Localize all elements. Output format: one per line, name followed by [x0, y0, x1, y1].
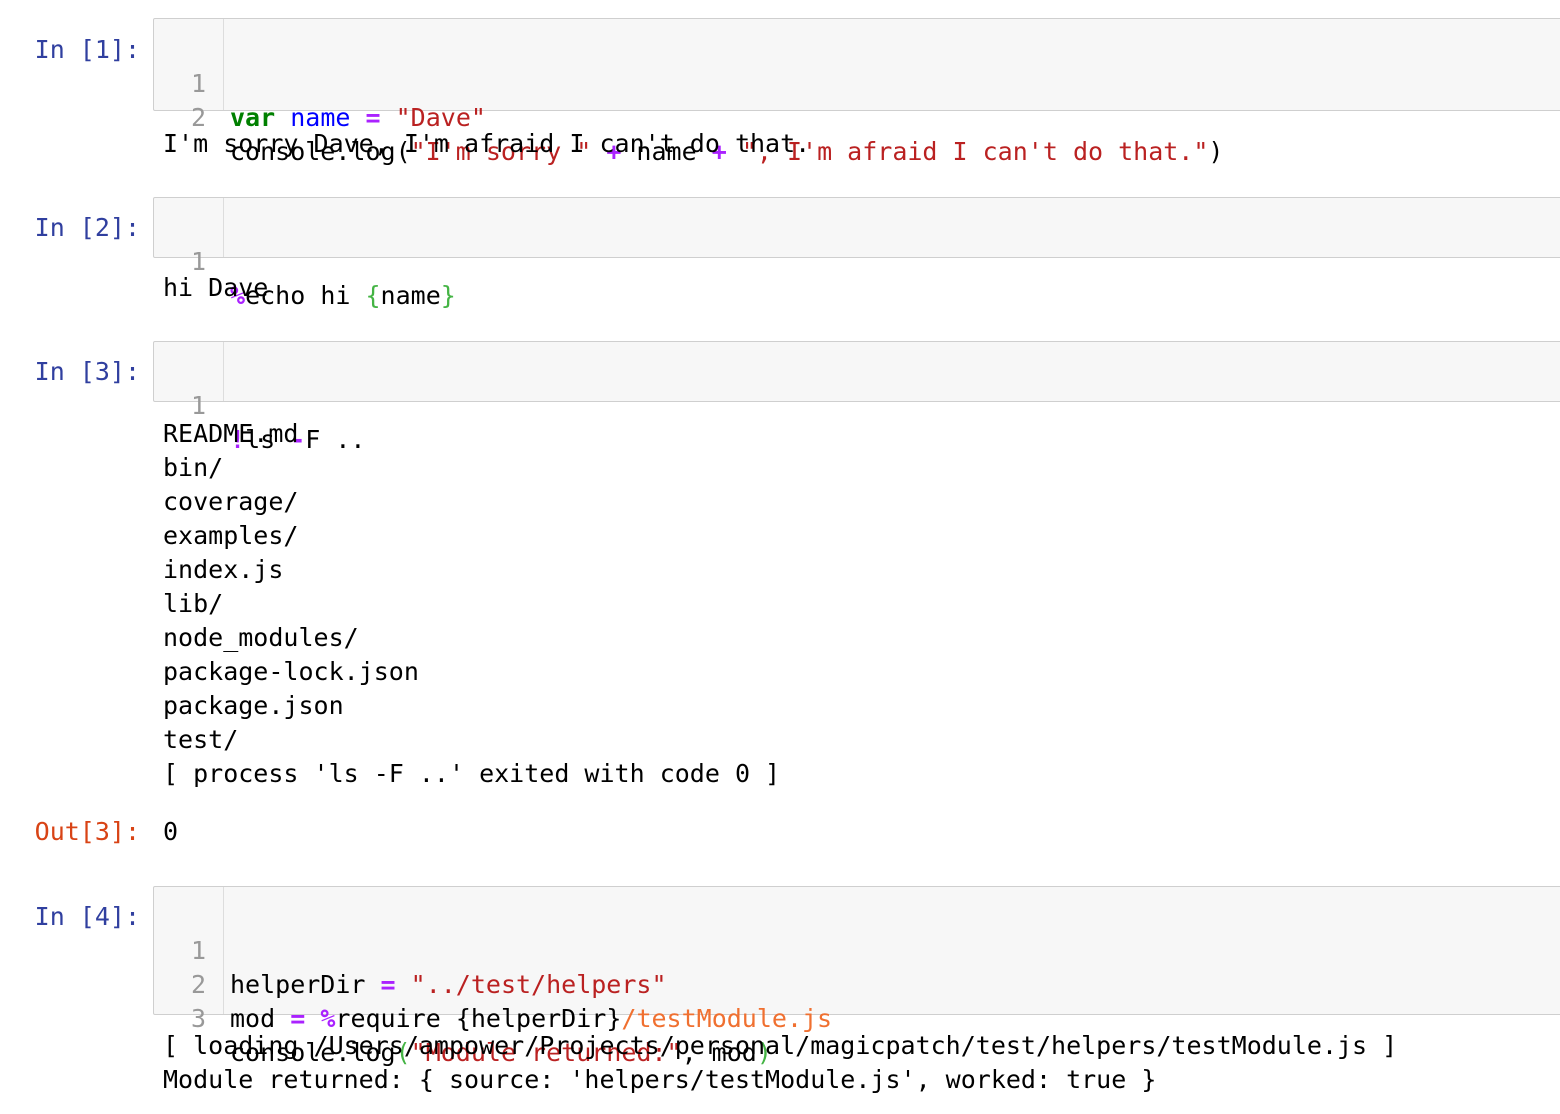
output-line: lib/ — [163, 589, 224, 618]
output-line: test/ — [163, 725, 239, 754]
output-line: examples/ — [163, 521, 299, 550]
code-line[interactable]: 3 console.log("Module returned:", mod) — [154, 968, 772, 1067]
cell-output: I'm sorry Dave, I'm afraid I can't do th… — [163, 127, 810, 161]
cell-output: README.md bin/coverage/examples/index.js l… — [163, 417, 780, 791]
input-prompt: In [2]: — [34, 213, 140, 242]
execute-result: 0 — [163, 817, 179, 846]
code-token: } — [440, 281, 456, 310]
output-line: node_modules/ — [163, 623, 359, 652]
code-token: "../test/helpers" — [410, 970, 667, 999]
input-prompt: In [4]: — [34, 902, 140, 931]
output-line: coverage/ — [163, 487, 299, 516]
code-token: ) — [1208, 137, 1224, 166]
code-token: { — [365, 281, 381, 310]
output-line: [ process 'ls -F ..' exited with code 0 … — [163, 759, 781, 788]
code-line[interactable]: 1 !ls -F .. — [154, 355, 366, 454]
output-prompt: Out[3]: — [34, 817, 140, 846]
input-prompt: In [1]: — [34, 35, 140, 64]
code-token: = — [380, 970, 396, 999]
output-line: bin/ — [163, 453, 224, 482]
output-line: I'm sorry Dave, I'm afraid I can't do th… — [163, 129, 811, 158]
code-token: helperDir — [230, 970, 381, 999]
output-line: package-lock.json — [163, 657, 419, 686]
code-line[interactable]: 1 var name = "Dave" — [154, 33, 486, 132]
code-editor[interactable]: 1 %echo hi {name} — [153, 197, 1560, 310]
output-line: index.js — [163, 555, 284, 584]
code-line[interactable]: 2 mod = %require {helperDir}/testModule.… — [154, 934, 832, 1033]
code-line[interactable]: 1 %echo hi {name} — [154, 211, 456, 310]
code-token: ", I'm afraid I can't do that." — [741, 137, 1209, 166]
code-line[interactable]: 1 helperDir = "../test/helpers" — [154, 900, 667, 999]
cell-output: [ loading /Users/ampower/Projects/person… — [163, 1029, 1397, 1097]
cell-output: hi Dave — [163, 271, 268, 305]
code-line[interactable]: 2 console.log("I'm sorry " + name + ", I… — [154, 67, 1224, 166]
code-editor[interactable]: 1 var name = "Dave" 2 console.log("I'm s… — [153, 18, 1560, 166]
code-editor[interactable]: 1 !ls -F .. — [153, 341, 1560, 454]
input-prompt: In [3]: — [34, 357, 140, 386]
output-line: hi Dave — [163, 273, 269, 302]
code-token: name — [380, 281, 441, 310]
code-editor[interactable]: 1 helperDir = "../test/helpers" 2 mod = … — [153, 886, 1560, 1067]
output-line: [ loading /Users/ampower/Projects/person… — [163, 1031, 1398, 1060]
output-line: README.md — [163, 419, 299, 448]
output-line: package.json — [163, 691, 344, 720]
code-text: helperDir = "../test/helpers" — [230, 968, 667, 1002]
output-line: Module returned: { source: 'helpers/test… — [163, 1065, 1157, 1094]
